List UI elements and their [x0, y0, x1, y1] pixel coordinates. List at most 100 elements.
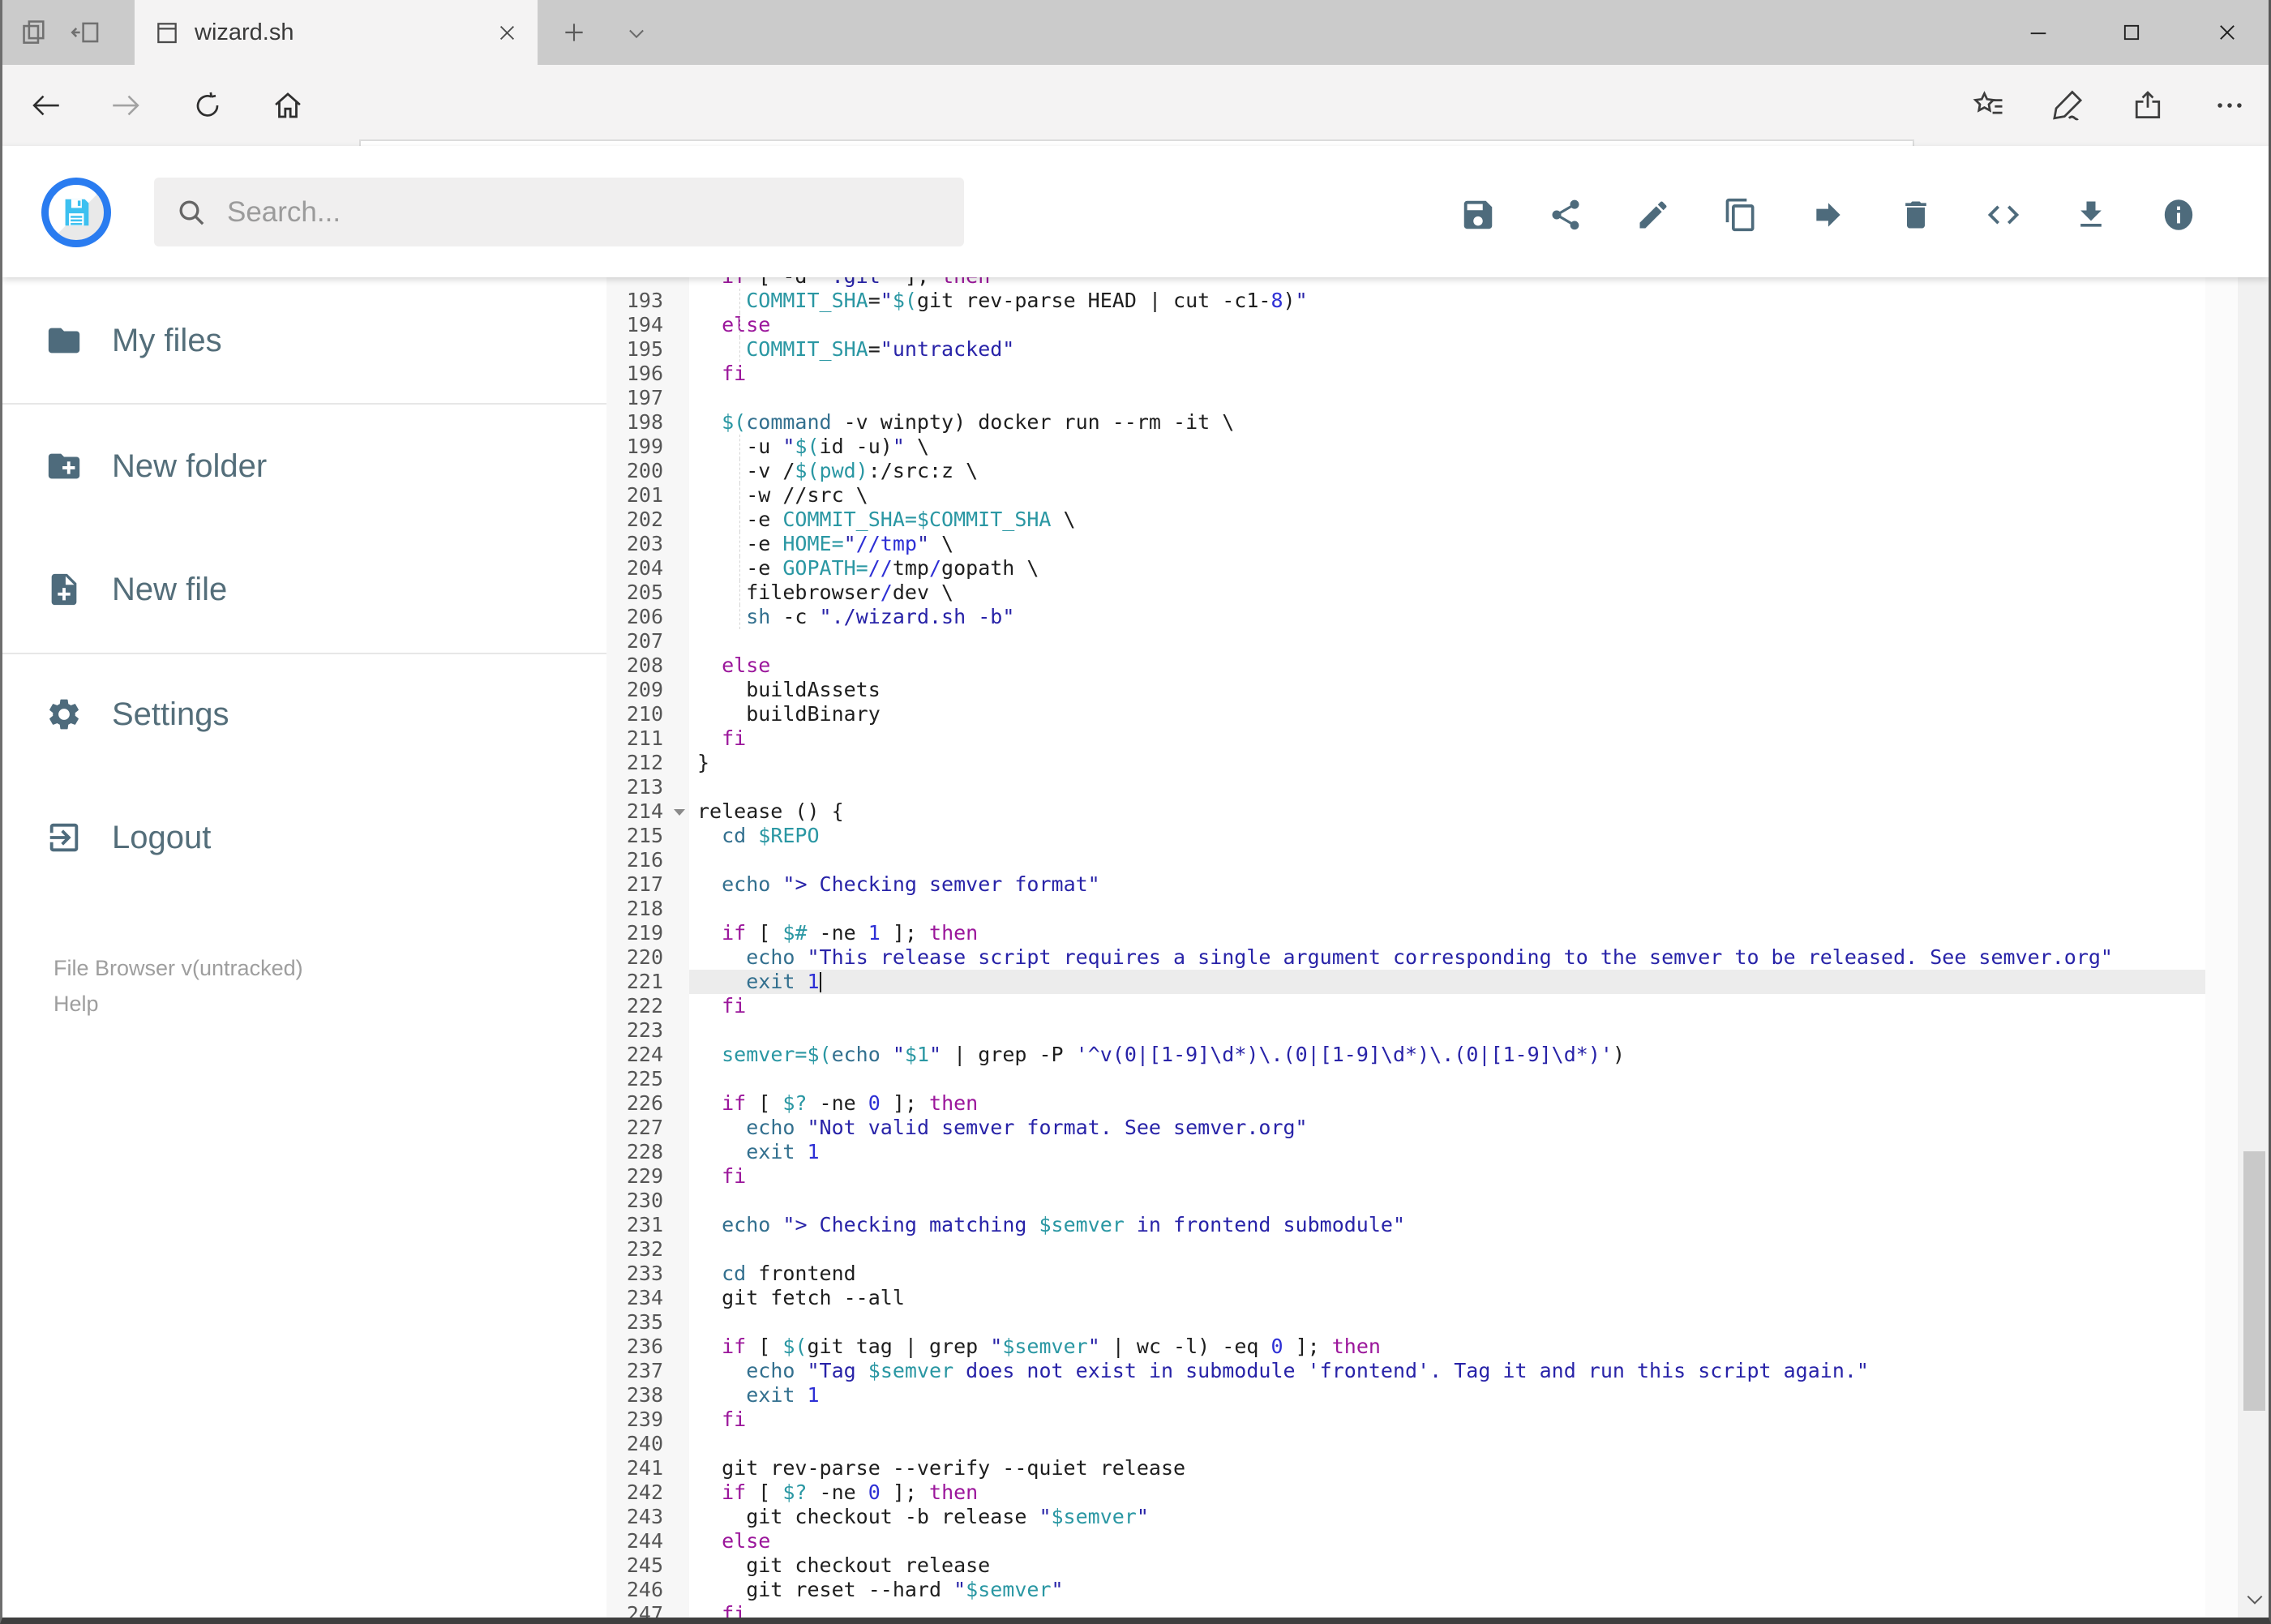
- code-line-text[interactable]: -e GOPATH=//tmp/gopath \: [689, 556, 2205, 581]
- code-line[interactable]: 224 semver=$(echo "$1" | grep -P '^v(0|[…: [606, 1043, 2238, 1067]
- code-line-text[interactable]: COMMIT_SHA="untracked": [689, 337, 2205, 362]
- code-line-text[interactable]: echo "> Checking semver format": [689, 872, 2205, 897]
- code-line-text[interactable]: fi: [689, 1164, 2205, 1189]
- code-line[interactable]: 245 git checkout release: [606, 1553, 2238, 1578]
- code-line[interactable]: 234 git fetch --all: [606, 1286, 2238, 1310]
- code-line[interactable]: 233 cd frontend: [606, 1262, 2238, 1286]
- code-line-text[interactable]: [689, 848, 2205, 872]
- code-line-text[interactable]: }: [689, 751, 2205, 775]
- code-line-text[interactable]: [689, 1018, 2205, 1043]
- share-button[interactable]: [2130, 88, 2166, 123]
- code-line-text[interactable]: git checkout release: [689, 1553, 2205, 1578]
- code-line-text[interactable]: cd frontend: [689, 1262, 2205, 1286]
- code-line-text[interactable]: -e HOME="//tmp" \: [689, 532, 2205, 556]
- code-line[interactable]: 217 echo "> Checking semver format": [606, 872, 2238, 897]
- help-link[interactable]: Help: [54, 986, 303, 1022]
- code-line[interactable]: 236 if [ $(git tag | grep "$semver" | wc…: [606, 1335, 2238, 1359]
- code-line-text[interactable]: [689, 629, 2205, 653]
- code-line[interactable]: 235: [606, 1310, 2238, 1335]
- code-line-text[interactable]: fi: [689, 1602, 2205, 1618]
- sidebar-item-settings[interactable]: Settings: [45, 690, 229, 739]
- code-line-text[interactable]: [689, 1237, 2205, 1262]
- minimize-button[interactable]: [2006, 11, 2071, 54]
- code-line[interactable]: 198 $(command -v winpty) docker run --rm…: [606, 410, 2238, 435]
- code-line[interactable]: 211 fi: [606, 726, 2238, 751]
- code-line[interactable]: 231 echo "> Checking matching $semver in…: [606, 1213, 2238, 1237]
- code-line-text[interactable]: echo "This release script requires a sin…: [689, 945, 2205, 970]
- code-line[interactable]: 222 fi: [606, 994, 2238, 1018]
- sidebar-item-my-files[interactable]: My files: [45, 316, 222, 365]
- code-line-text[interactable]: git reset --hard "$semver": [689, 1578, 2205, 1602]
- code-line[interactable]: 205 filebrowser/dev \: [606, 581, 2238, 605]
- code-line[interactable]: 247 fi: [606, 1602, 2238, 1618]
- code-line-text[interactable]: fi: [689, 362, 2205, 386]
- code-line[interactable]: 246 git reset --hard "$semver": [606, 1578, 2238, 1602]
- code-editor[interactable]: if [ -d ".git" ]; then193 COMMIT_SHA="$(…: [606, 277, 2238, 1618]
- set-tabs-aside-button[interactable]: [66, 13, 105, 52]
- code-line-text[interactable]: $(command -v winpty) docker run --rm -it…: [689, 410, 2205, 435]
- forward-button[interactable]: [108, 88, 144, 123]
- download-button[interactable]: [2069, 193, 2113, 237]
- browser-tab[interactable]: wizard.sh: [135, 0, 538, 65]
- code-line[interactable]: 219 if [ $# -ne 1 ]; then: [606, 921, 2238, 945]
- code-line-text[interactable]: release () {: [689, 799, 2205, 824]
- code-line[interactable]: 218: [606, 897, 2238, 921]
- code-line[interactable]: 208 else: [606, 653, 2238, 678]
- code-line[interactable]: 196 fi: [606, 362, 2238, 386]
- code-line[interactable]: 201 -w //src \: [606, 483, 2238, 508]
- close-window-button[interactable]: [2195, 11, 2260, 54]
- code-line-text[interactable]: exit 1: [689, 1383, 2205, 1408]
- code-line[interactable]: 204 -e GOPATH=//tmp/gopath \: [606, 556, 2238, 581]
- rename-button[interactable]: [1631, 193, 1675, 237]
- code-line-text[interactable]: sh -c "./wizard.sh -b": [689, 605, 2205, 629]
- code-line[interactable]: 202 -e COMMIT_SHA=$COMMIT_SHA \: [606, 508, 2238, 532]
- code-line[interactable]: 242 if [ $? -ne 0 ]; then: [606, 1480, 2238, 1505]
- code-line-text[interactable]: echo "Not valid semver format. See semve…: [689, 1116, 2205, 1140]
- code-line[interactable]: 226 if [ $? -ne 0 ]; then: [606, 1091, 2238, 1116]
- code-line-text[interactable]: [689, 897, 2205, 921]
- code-line-text[interactable]: if [ $# -ne 1 ]; then: [689, 921, 2205, 945]
- code-line-text[interactable]: fi: [689, 994, 2205, 1018]
- search-bar[interactable]: [154, 178, 964, 246]
- sidebar-item-new-folder[interactable]: New folder: [45, 442, 267, 491]
- code-line[interactable]: 199 -u "$(id -u)" \: [606, 435, 2238, 459]
- code-line-text[interactable]: buildAssets: [689, 678, 2205, 702]
- home-button[interactable]: [270, 88, 306, 123]
- code-line[interactable]: 215 cd $REPO: [606, 824, 2238, 848]
- code-line-text[interactable]: semver=$(echo "$1" | grep -P '^v(0|[1-9]…: [689, 1043, 2205, 1067]
- code-line-text[interactable]: [689, 775, 2205, 799]
- app-logo[interactable]: [41, 178, 111, 247]
- code-line-text[interactable]: fi: [689, 726, 2205, 751]
- code-line[interactable]: 193 COMMIT_SHA="$(git rev-parse HEAD | c…: [606, 289, 2238, 313]
- page-scrollbar[interactable]: [2238, 146, 2269, 1618]
- code-line[interactable]: 237 echo "Tag $semver does not exist in …: [606, 1359, 2238, 1383]
- code-line[interactable]: 238 exit 1: [606, 1383, 2238, 1408]
- code-line[interactable]: 225: [606, 1067, 2238, 1091]
- code-line[interactable]: 197: [606, 386, 2238, 410]
- sidebar-item-new-file[interactable]: New file: [45, 565, 227, 614]
- search-input[interactable]: [227, 195, 943, 229]
- code-line[interactable]: 212}: [606, 751, 2238, 775]
- code-line[interactable]: 195 COMMIT_SHA="untracked": [606, 337, 2238, 362]
- code-line[interactable]: 203 -e HOME="//tmp" \: [606, 532, 2238, 556]
- web-note-button[interactable]: [2050, 88, 2085, 123]
- code-line[interactable]: 227 echo "Not valid semver format. See s…: [606, 1116, 2238, 1140]
- code-line-text[interactable]: [689, 386, 2205, 410]
- hub-button[interactable]: [1971, 88, 2007, 123]
- code-line[interactable]: 209 buildAssets: [606, 678, 2238, 702]
- code-line[interactable]: 239 fi: [606, 1408, 2238, 1432]
- code-line-text[interactable]: echo "Tag $semver does not exist in subm…: [689, 1359, 2205, 1383]
- code-line-text[interactable]: [689, 1432, 2205, 1456]
- code-line[interactable]: 216: [606, 848, 2238, 872]
- code-line[interactable]: 243 git checkout -b release "$semver": [606, 1505, 2238, 1529]
- code-line-text[interactable]: fi: [689, 1408, 2205, 1432]
- tab-preview-button[interactable]: [15, 13, 54, 52]
- code-line-text[interactable]: -v /$(pwd):/src:z \: [689, 459, 2205, 483]
- code-line-text[interactable]: filebrowser/dev \: [689, 581, 2205, 605]
- tab-list-dropdown-button[interactable]: [620, 19, 653, 47]
- code-line-text[interactable]: if [ $? -ne 0 ]; then: [689, 1091, 2205, 1116]
- scrollbar-thumb[interactable]: [2243, 1151, 2265, 1411]
- code-line[interactable]: 214 release () {: [606, 799, 2238, 824]
- scroll-down-button[interactable]: [2238, 1582, 2269, 1618]
- code-line[interactable]: 207: [606, 629, 2238, 653]
